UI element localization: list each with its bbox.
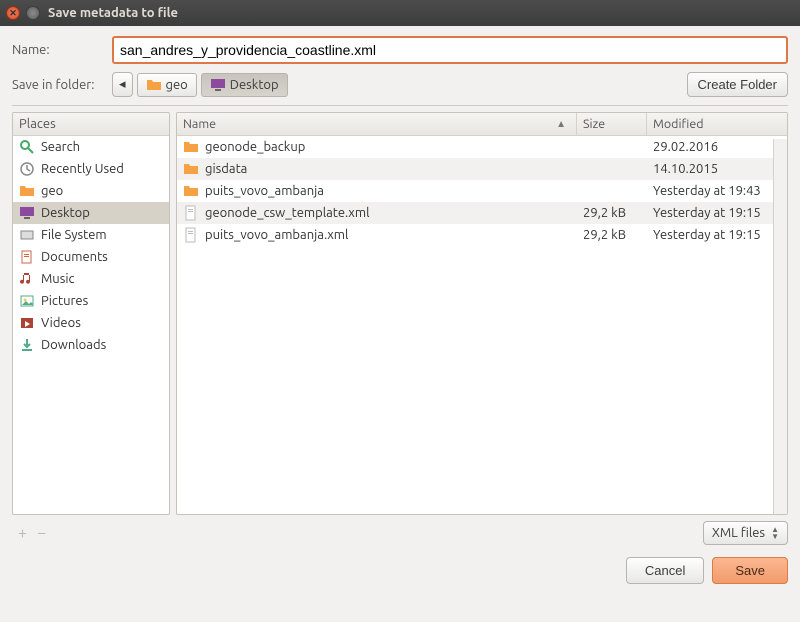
sidebar-item-label: Music	[41, 272, 75, 286]
pictures-icon	[19, 293, 35, 309]
create-folder-button[interactable]: Create Folder	[687, 72, 788, 97]
add-bookmark-button[interactable]: +	[18, 524, 27, 542]
places-header: Places	[13, 113, 169, 136]
sidebar-item-label: File System	[41, 228, 107, 242]
desktop-icon	[210, 77, 226, 93]
file-size: 29,2 kB	[577, 206, 647, 220]
name-label: Name:	[12, 43, 112, 57]
folder-icon	[146, 77, 162, 93]
file-list-body: geonode_backup 29.02.2016 gisdata 14.10.201…	[177, 136, 787, 514]
breadcrumb-label: geo	[166, 78, 188, 92]
sidebar-item-videos[interactable]: Videos	[13, 312, 169, 334]
sidebar-item-label: Downloads	[41, 338, 106, 352]
window-close-button[interactable]: ✕	[6, 6, 20, 20]
scrollbar[interactable]	[773, 139, 787, 514]
folder-icon	[183, 161, 199, 177]
desktop-icon	[19, 205, 35, 221]
column-header-size[interactable]: Size	[577, 113, 647, 135]
places-panel: Places Search Recently Used geo Desktop …	[12, 112, 170, 515]
file-modified: Yesterday at 19:43	[647, 184, 787, 198]
file-icon	[183, 227, 199, 243]
file-modified: 29.02.2016	[647, 140, 787, 154]
sidebar-item-music[interactable]: Music	[13, 268, 169, 290]
file-row[interactable]: puits_vovo_ambanja.xml 29,2 kBYesterday a…	[177, 224, 787, 246]
remove-bookmark-button[interactable]: −	[37, 524, 46, 542]
filename-input[interactable]	[112, 36, 788, 64]
documents-icon	[19, 249, 35, 265]
file-name: geonode_csw_template.xml	[205, 206, 369, 220]
folder-icon	[19, 183, 35, 199]
file-row[interactable]: puits_vovo_ambanja Yesterday at 19:43	[177, 180, 787, 202]
file-name: gisdata	[205, 162, 247, 176]
cancel-button[interactable]: Cancel	[626, 557, 704, 584]
sidebar-item-label: Documents	[41, 250, 108, 264]
sidebar-item-desktop[interactable]: Desktop	[13, 202, 169, 224]
search-icon	[19, 139, 35, 155]
file-name: geonode_backup	[205, 140, 305, 154]
file-icon	[183, 205, 199, 221]
sort-ascending-icon: ▲	[556, 118, 570, 130]
sidebar-item-label: Desktop	[41, 206, 90, 220]
folder-icon	[183, 183, 199, 199]
file-name: puits_vovo_ambanja.xml	[205, 228, 348, 242]
column-header-modified[interactable]: Modified	[647, 113, 787, 135]
sidebar-item-recent[interactable]: Recently Used	[13, 158, 169, 180]
breadcrumb: ◂ geo Desktop	[112, 72, 288, 97]
file-list-panel: Name ▲ Size Modified geonode_backup 29.02…	[176, 112, 788, 515]
downloads-icon	[19, 337, 35, 353]
sidebar-item-label: Pictures	[41, 294, 88, 308]
file-row[interactable]: geonode_csw_template.xml 29,2 kBYesterday…	[177, 202, 787, 224]
filetype-selector[interactable]: XML files ▲▼	[703, 521, 788, 545]
file-list-header: Name ▲ Size Modified	[177, 113, 787, 136]
drive-icon	[19, 227, 35, 243]
sidebar-item-label: Search	[41, 140, 80, 154]
window-minimize-button[interactable]	[26, 6, 40, 20]
file-modified: Yesterday at 19:15	[647, 228, 787, 242]
file-name: puits_vovo_ambanja	[205, 184, 324, 198]
sidebar-item-label: geo	[41, 184, 63, 198]
file-modified: 14.10.2015	[647, 162, 787, 176]
window-title: Save metadata to file	[48, 6, 178, 20]
breadcrumb-item-desktop[interactable]: Desktop	[201, 73, 288, 97]
videos-icon	[19, 315, 35, 331]
file-row[interactable]: geonode_backup 29.02.2016	[177, 136, 787, 158]
titlebar: ✕ Save metadata to file	[0, 0, 800, 26]
breadcrumb-back-button[interactable]: ◂	[112, 72, 133, 97]
breadcrumb-item-geo[interactable]: geo	[137, 73, 197, 97]
sidebar-item-geo[interactable]: geo	[13, 180, 169, 202]
save-button[interactable]: Save	[712, 557, 788, 584]
file-modified: Yesterday at 19:15	[647, 206, 787, 220]
music-icon	[19, 271, 35, 287]
sidebar-item-search[interactable]: Search	[13, 136, 169, 158]
sidebar-item-label: Videos	[41, 316, 81, 330]
sidebar-item-pictures[interactable]: Pictures	[13, 290, 169, 312]
column-header-name[interactable]: Name ▲	[177, 113, 577, 135]
filetype-label: XML files	[712, 526, 765, 540]
sidebar-item-downloads[interactable]: Downloads	[13, 334, 169, 356]
clock-icon	[19, 161, 35, 177]
updown-icon: ▲▼	[771, 526, 779, 540]
sidebar-item-documents[interactable]: Documents	[13, 246, 169, 268]
file-size: 29,2 kB	[577, 228, 647, 242]
file-row[interactable]: gisdata 14.10.2015	[177, 158, 787, 180]
save-in-folder-label: Save in folder:	[12, 78, 112, 92]
sidebar-item-filesystem[interactable]: File System	[13, 224, 169, 246]
sidebar-item-label: Recently Used	[41, 162, 124, 176]
folder-icon	[183, 139, 199, 155]
breadcrumb-label: Desktop	[230, 78, 279, 92]
